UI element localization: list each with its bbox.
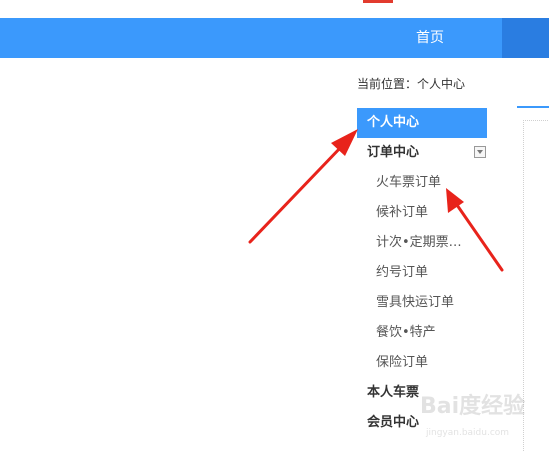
- main-nav-bar: 首页: [0, 18, 549, 58]
- sidebar-group-label: 订单中心: [367, 145, 420, 160]
- sidebar: 个人中心 订单中心 火车票订单 候补订单 计次•定期票… 约号订单 雪具快运订单…: [357, 108, 487, 438]
- sidebar-item-personal-center[interactable]: 个人中心: [357, 108, 487, 138]
- nav-home-link[interactable]: 首页: [385, 18, 475, 58]
- breadcrumb: 当前位置：个人中心: [357, 77, 466, 91]
- page: 首页 当前位置：个人中心 个人中心 订单中心 火车票订单 候补订单 计次•定期票…: [0, 0, 549, 452]
- collapse-toggle-icon[interactable]: [474, 146, 486, 158]
- sidebar-group-order-center[interactable]: 订单中心: [357, 138, 487, 168]
- sidebar-group-my-tickets[interactable]: 本人车票: [357, 378, 487, 408]
- logo-fragment: [363, 0, 393, 3]
- sidebar-item-appointment-orders[interactable]: 约号订单: [357, 258, 487, 288]
- sidebar-item-train-ticket-orders[interactable]: 火车票订单: [357, 168, 487, 198]
- top-strip: [0, 0, 549, 18]
- sidebar-item-multi-ride-tickets[interactable]: 计次•定期票…: [357, 228, 487, 258]
- sidebar-item-insurance-orders[interactable]: 保险订单: [357, 348, 487, 378]
- sidebar-item-catering-specialty[interactable]: 餐饮•特产: [357, 318, 487, 348]
- content-panel: [517, 106, 549, 452]
- sidebar-item-waitlist-orders[interactable]: 候补订单: [357, 198, 487, 228]
- annotation-arrow-to-personal-center: [248, 129, 358, 244]
- sidebar-group-member-center[interactable]: 会员中心: [357, 408, 487, 438]
- sidebar-item-ski-express-orders[interactable]: 雪具快运订单: [357, 288, 487, 318]
- nav-next-item[interactable]: [502, 18, 549, 58]
- content-panel-border: [523, 120, 549, 452]
